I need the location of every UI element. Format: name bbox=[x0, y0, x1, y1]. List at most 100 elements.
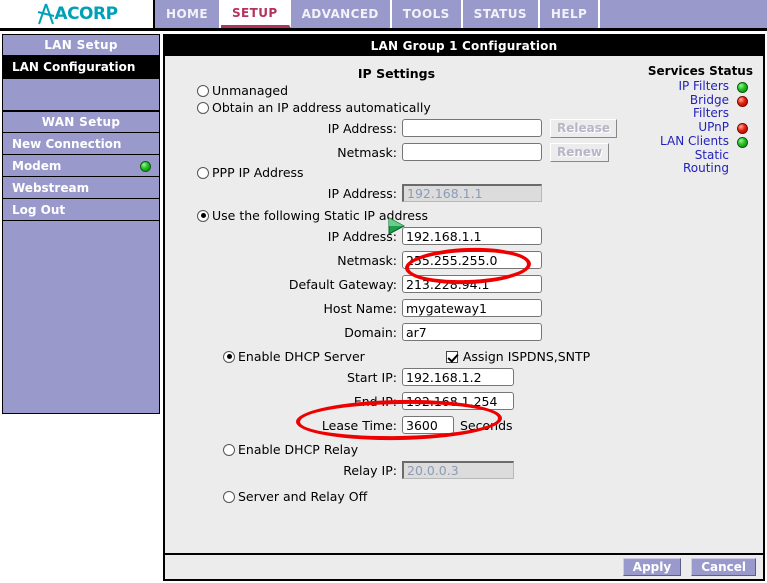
sidebar-item-label: New Connection bbox=[12, 136, 122, 151]
radio-server-and-relay-off[interactable] bbox=[223, 490, 235, 503]
domain-input[interactable] bbox=[402, 323, 542, 341]
field-lease-time: Lease Time: Seconds bbox=[165, 413, 635, 437]
option-enable-dhcp-relay[interactable]: Enable DHCP Relay bbox=[165, 441, 635, 458]
label-enable-dhcp-relay: Enable DHCP Relay bbox=[238, 442, 359, 457]
service-led-slot bbox=[729, 80, 755, 93]
radio-enable-dhcp-relay[interactable] bbox=[223, 443, 235, 456]
service-row-bridge-filters: Bridge Filters bbox=[627, 94, 755, 120]
release-button[interactable]: Release bbox=[550, 118, 618, 138]
option-server-and-relay-off[interactable]: Server and Relay Off bbox=[165, 488, 635, 505]
label-host-name: Host Name: bbox=[323, 300, 397, 316]
label-obtain-auto: Obtain an IP address automatically bbox=[212, 100, 431, 115]
ip-settings-form: Unmanaged Obtain an IP address automatic… bbox=[165, 82, 635, 505]
radio-obtain-auto[interactable] bbox=[197, 101, 209, 114]
apply-button[interactable]: Apply bbox=[622, 558, 682, 576]
renew-button[interactable]: Renew bbox=[550, 142, 610, 162]
service-link-upnp[interactable]: UPnP bbox=[698, 121, 729, 134]
sidebar-item-lan-configuration[interactable]: LAN Configuration bbox=[2, 56, 160, 79]
brand-logo[interactable]: ACORP bbox=[0, 0, 155, 28]
content-body: IP Settings Services Status IP Filters B… bbox=[165, 56, 763, 557]
sidebar-item-new-connection[interactable]: New Connection bbox=[2, 133, 160, 155]
service-led-slot bbox=[729, 121, 755, 134]
top-navigation-bar: ACORP HOME SETUP ADVANCED TOOLS STATUS H… bbox=[0, 0, 767, 31]
label-auto-ip-address: IP Address: bbox=[327, 120, 397, 136]
label-lease-time: Lease Time: bbox=[321, 417, 397, 433]
ip-filters-status-led-icon bbox=[736, 82, 748, 93]
auto-ip-address-input[interactable] bbox=[402, 119, 542, 137]
acorp-logo-icon: ACORP bbox=[35, 3, 118, 25]
service-link-static-routing[interactable]: Static Routing bbox=[655, 149, 729, 175]
checkbox-assign-ispdns-sntp[interactable] bbox=[445, 350, 458, 363]
nav-item-status[interactable]: STATUS bbox=[462, 0, 540, 28]
host-name-input[interactable] bbox=[402, 299, 542, 317]
sidebar-item-modem[interactable]: Modem bbox=[2, 155, 160, 177]
radio-ppp-ip-address[interactable] bbox=[197, 166, 209, 179]
service-row-ip-filters: IP Filters bbox=[627, 80, 755, 93]
nav-item-help[interactable]: HELP bbox=[539, 0, 601, 28]
service-led-slot bbox=[729, 94, 755, 107]
lease-time-input[interactable] bbox=[402, 416, 454, 434]
label-enable-dhcp-server: Enable DHCP Server bbox=[238, 349, 365, 364]
option-obtain-auto[interactable]: Obtain an IP address automatically bbox=[165, 99, 635, 116]
radio-enable-dhcp-server[interactable] bbox=[223, 350, 235, 363]
label-end-ip: End IP: bbox=[353, 393, 397, 409]
service-link-bridge-filters[interactable]: Bridge Filters bbox=[655, 94, 729, 120]
label-ppp-ip: IP Address: bbox=[327, 185, 397, 201]
mouse-cursor-icon bbox=[387, 216, 406, 239]
sidebar-item-log-out[interactable]: Log Out bbox=[2, 199, 160, 221]
label-unmanaged: Unmanaged bbox=[212, 83, 289, 98]
modem-status-led-icon bbox=[140, 161, 151, 172]
lan-clients-status-led-icon bbox=[736, 137, 748, 148]
sidebar-group-lan-setup: LAN Setup bbox=[2, 34, 160, 56]
auto-netmask-input[interactable] bbox=[402, 143, 542, 161]
page-title: LAN Group 1 Configuration bbox=[165, 36, 763, 56]
option-ppp-ip-address[interactable]: PPP IP Address bbox=[165, 164, 635, 181]
label-domain: Domain: bbox=[344, 324, 397, 340]
cancel-button[interactable]: Cancel bbox=[691, 558, 756, 576]
nav-item-advanced[interactable]: ADVANCED bbox=[290, 0, 392, 28]
sidebar-spacer bbox=[2, 221, 160, 414]
end-ip-input[interactable] bbox=[402, 392, 514, 410]
label-relay-ip: Relay IP: bbox=[343, 462, 397, 478]
nav-item-home[interactable]: HOME bbox=[155, 0, 221, 28]
main-nav: HOME SETUP ADVANCED TOOLS STATUS HELP bbox=[155, 0, 767, 28]
nav-item-setup[interactable]: SETUP bbox=[220, 0, 291, 28]
relay-ip-input bbox=[402, 461, 514, 479]
brand-name: ACORP bbox=[54, 4, 118, 24]
label-auto-netmask: Netmask: bbox=[337, 144, 397, 160]
start-ip-input[interactable] bbox=[402, 368, 514, 386]
option-unmanaged[interactable]: Unmanaged bbox=[165, 82, 635, 99]
bridge-filters-status-led-icon bbox=[736, 96, 748, 107]
label-default-gateway: Default Gateway: bbox=[288, 276, 397, 292]
router-admin-page: ACORP HOME SETUP ADVANCED TOOLS STATUS H… bbox=[0, 0, 767, 583]
label-server-and-relay-off: Server and Relay Off bbox=[238, 489, 368, 504]
field-default-gateway: Default Gateway: bbox=[165, 272, 635, 296]
nav-filler bbox=[600, 0, 767, 28]
service-link-lan-clients[interactable]: LAN Clients bbox=[660, 135, 729, 148]
ppp-ip-address-input bbox=[402, 184, 542, 202]
service-row-static-routing: Static Routing bbox=[627, 149, 755, 175]
option-enable-dhcp-server[interactable]: Enable DHCP Server Assign ISPDNS,SNTP bbox=[165, 348, 635, 365]
nav-item-tools[interactable]: TOOLS bbox=[391, 0, 463, 28]
service-link-ip-filters[interactable]: IP Filters bbox=[678, 80, 729, 93]
field-end-ip: End IP: bbox=[165, 389, 635, 413]
static-netmask-input[interactable] bbox=[402, 251, 542, 269]
sidebar-item-label: Modem bbox=[12, 158, 62, 173]
label-assign-ispdns-sntp: Assign ISPDNS,SNTP bbox=[462, 349, 591, 364]
default-gateway-input[interactable] bbox=[402, 275, 542, 293]
content-panel: LAN Group 1 Configuration IP Settings Se… bbox=[163, 34, 765, 581]
radio-unmanaged[interactable] bbox=[197, 84, 209, 97]
radio-static-ip[interactable] bbox=[197, 209, 209, 222]
service-row-upnp: UPnP bbox=[627, 121, 755, 134]
services-status-header: Services Status bbox=[647, 64, 753, 78]
field-auto-netmask: Netmask: Renew bbox=[165, 140, 635, 164]
sidebar-blank-row bbox=[2, 79, 160, 111]
upnp-status-led-icon bbox=[736, 123, 748, 134]
static-ip-address-input[interactable] bbox=[402, 227, 542, 245]
sidebar-group-wan-setup: WAN Setup bbox=[2, 111, 160, 133]
sidebar-item-label: Webstream bbox=[12, 180, 90, 195]
services-status-panel: Services Status IP Filters Bridge Filter… bbox=[627, 64, 755, 176]
label-ppp-ip-address: PPP IP Address bbox=[212, 165, 304, 180]
label-static-ip-address: IP Address: bbox=[327, 228, 397, 244]
sidebar-item-webstream[interactable]: Webstream bbox=[2, 177, 160, 199]
